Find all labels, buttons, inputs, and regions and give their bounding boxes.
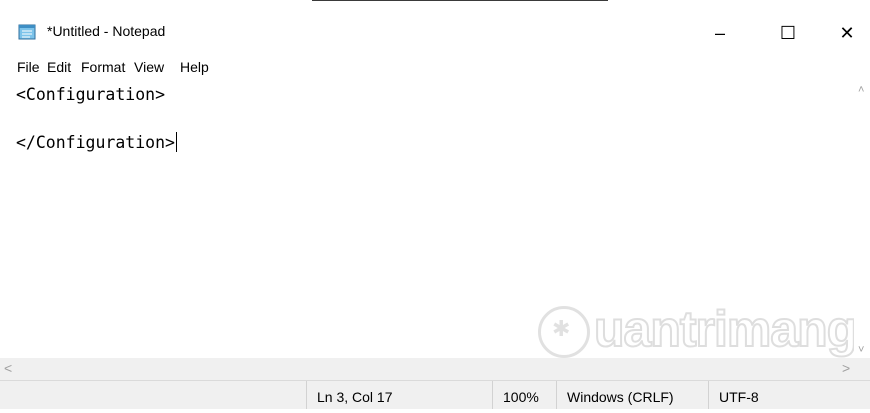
- scroll-up-icon[interactable]: ˄: [858, 84, 864, 96]
- menu-help[interactable]: Help: [180, 59, 209, 75]
- maximize-button[interactable]: ☐: [765, 14, 811, 52]
- scroll-left-icon[interactable]: <: [4, 360, 12, 376]
- close-icon: ✕: [839, 22, 855, 43]
- status-encoding: UTF-8: [708, 381, 870, 409]
- horizontal-scrollbar[interactable]: < >: [0, 358, 870, 380]
- menu-format[interactable]: Format: [81, 59, 125, 75]
- title-bar[interactable]: *Untitled - Notepad – ☐ ✕: [0, 0, 870, 60]
- menu-file[interactable]: File: [17, 59, 40, 75]
- text-caret: [175, 132, 177, 152]
- watermark-text: uantrimang: [593, 300, 858, 358]
- scroll-down-icon[interactable]: ˅: [858, 344, 864, 356]
- menu-view[interactable]: View: [134, 59, 164, 75]
- minimize-icon: –: [714, 22, 725, 43]
- editor-line-3[interactable]: </Configuration>: [16, 132, 177, 152]
- notepad-icon: [18, 24, 36, 40]
- lightbulb-icon: ✱: [552, 316, 571, 341]
- vertical-scrollbar[interactable]: ˄ ˅: [854, 80, 870, 358]
- menu-bar: File Edit Format View Help: [0, 58, 870, 80]
- status-cursor-position: Ln 3, Col 17: [306, 381, 492, 409]
- scroll-right-icon[interactable]: >: [842, 360, 850, 376]
- close-button[interactable]: ✕: [824, 14, 870, 52]
- menu-edit[interactable]: Edit: [47, 59, 71, 75]
- status-zoom: 100%: [492, 381, 556, 409]
- editor-line-3-text: </Configuration>: [16, 133, 175, 152]
- notepad-window: *Untitled - Notepad – ☐ ✕ File Edit Form…: [0, 0, 870, 409]
- window-title: *Untitled - Notepad: [47, 23, 166, 39]
- status-bar: Ln 3, Col 17 100% Windows (CRLF) UTF-8: [0, 380, 870, 409]
- editor-line-1[interactable]: <Configuration>: [16, 85, 165, 104]
- minimize-button[interactable]: –: [697, 14, 743, 52]
- status-line-ending: Windows (CRLF): [556, 381, 708, 409]
- maximize-icon: ☐: [779, 22, 797, 43]
